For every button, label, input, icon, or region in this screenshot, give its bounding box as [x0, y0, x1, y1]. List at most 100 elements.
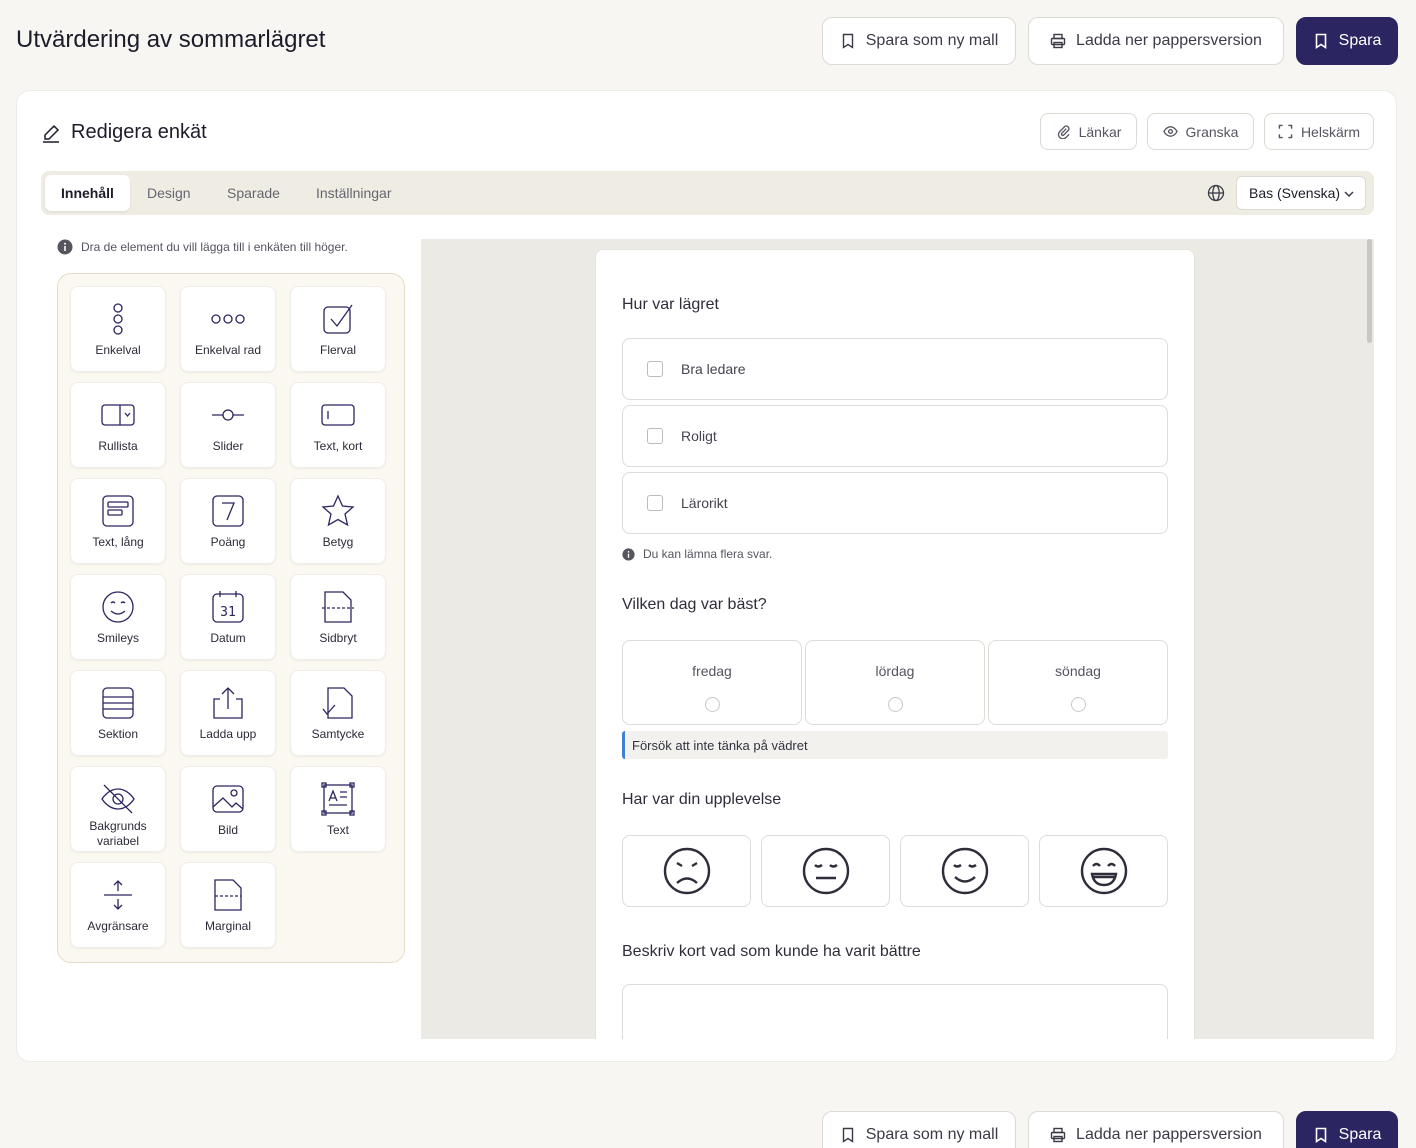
- palette-item-divider[interactable]: Avgränsare: [70, 862, 166, 948]
- text-block-icon: [321, 782, 355, 816]
- palette-item-text[interactable]: Text: [290, 766, 386, 852]
- dropdown-icon: [101, 404, 135, 426]
- checkbox[interactable]: [647, 428, 663, 444]
- day-option[interactable]: söndag: [988, 640, 1168, 725]
- neutral-face-icon: [802, 847, 849, 895]
- rating-star-icon: [321, 494, 355, 527]
- question-title: Vilken dag var bäst?: [622, 596, 767, 613]
- question-title: Hur var lägret: [622, 296, 719, 313]
- palette-item-background-variable[interactable]: Bakgrunds variabel: [70, 766, 166, 852]
- palette-item-section[interactable]: Sektion: [70, 670, 166, 756]
- page-title: Utvärdering av sommarlägret: [16, 26, 326, 53]
- palette-item-consent[interactable]: Samtycke: [290, 670, 386, 756]
- slider-icon: [212, 409, 244, 421]
- day-option[interactable]: lördag: [805, 640, 985, 725]
- question-title: Beskriv kort vad som kunde ha varit bätt…: [622, 943, 921, 960]
- bookmark-icon: [1315, 1127, 1326, 1143]
- content-face-icon: [941, 847, 988, 895]
- checkbox-option[interactable]: Lärorikt: [622, 472, 1168, 534]
- question-note: Du kan lämna flera svar.: [622, 547, 772, 561]
- editor-title: Redigera enkät: [41, 121, 207, 144]
- question-callout: Försök att inte tänka på vädret: [622, 731, 1168, 759]
- palette-item-image[interactable]: Bild: [180, 766, 276, 852]
- download-paper-version-button[interactable]: Ladda ner pappersversion: [1028, 17, 1284, 65]
- hidden-variable-icon: [101, 784, 135, 814]
- palette-item-date[interactable]: 31 Datum: [180, 574, 276, 660]
- download-paper-version-button[interactable]: Ladda ner pappersversion: [1028, 1111, 1284, 1148]
- tab-settings[interactable]: Inställningar: [300, 175, 408, 211]
- palette-item-long-text[interactable]: Text, lång: [70, 478, 166, 564]
- printer-icon: [1050, 1127, 1066, 1143]
- pencil-icon: [43, 124, 60, 143]
- save-button[interactable]: Spara: [1296, 17, 1398, 65]
- checkbox[interactable]: [647, 361, 663, 377]
- radio-button[interactable]: [887, 697, 903, 712]
- radio-button[interactable]: [704, 697, 720, 712]
- printer-icon: [1050, 33, 1066, 49]
- smiley-icon: [102, 591, 134, 623]
- palette-item-upload[interactable]: Ladda upp: [180, 670, 276, 756]
- long-text-icon: [102, 495, 134, 527]
- info-icon: [622, 547, 635, 561]
- palette-item-margin[interactable]: Marginal: [180, 862, 276, 948]
- short-text-icon: [321, 404, 355, 426]
- bookmark-icon: [842, 33, 853, 49]
- palette-item-score[interactable]: Poäng: [180, 478, 276, 564]
- palette-item-single-choice[interactable]: Enkelval: [70, 286, 166, 372]
- fullscreen-icon: [1278, 124, 1293, 139]
- single-choice-row-icon: [211, 314, 245, 324]
- bookmark-icon: [1315, 33, 1326, 49]
- smiley-option-neutral[interactable]: [761, 835, 890, 907]
- bookmark-icon: [842, 1127, 853, 1143]
- tab-design[interactable]: Design: [131, 175, 207, 211]
- palette-item-short-text[interactable]: Text, kort: [290, 382, 386, 468]
- single-choice-icon: [113, 303, 123, 335]
- tab-content[interactable]: Innehåll: [45, 175, 130, 211]
- survey-sheet: Hur var lägret Bra ledare Roligt Lärorik…: [595, 249, 1195, 1039]
- day-option[interactable]: fredag: [622, 640, 802, 725]
- svg-text:31: 31: [220, 605, 236, 620]
- survey-preview: Hur var lägret Bra ledare Roligt Lärorik…: [421, 239, 1374, 1039]
- palette-item-rating[interactable]: Betyg: [290, 478, 386, 564]
- checkbox-option[interactable]: Roligt: [622, 405, 1168, 467]
- tab-saved[interactable]: Sparade: [211, 175, 296, 211]
- preview-scrollbar[interactable]: [1367, 239, 1372, 343]
- save-button[interactable]: Spara: [1296, 1111, 1398, 1148]
- preview-button[interactable]: Granska: [1147, 113, 1254, 150]
- chevron-down-icon: [1344, 191, 1354, 198]
- image-icon: [212, 785, 244, 813]
- links-button[interactable]: Länkar: [1040, 113, 1137, 150]
- answer-textarea[interactable]: [622, 984, 1168, 1039]
- editor-card: Redigera enkät Länkar Granska Helskärm I…: [16, 90, 1397, 1062]
- eye-icon: [1162, 126, 1178, 137]
- radio-button[interactable]: [1070, 697, 1086, 712]
- save-as-template-button[interactable]: Spara som ny mall: [822, 17, 1016, 65]
- palette-item-slider[interactable]: Slider: [180, 382, 276, 468]
- save-as-template-button[interactable]: Spara som ny mall: [822, 1111, 1016, 1148]
- element-palette: Enkelval Enkelval rad Flerval Rullista S…: [57, 273, 405, 963]
- language-select[interactable]: Bas (Svenska): [1236, 176, 1366, 210]
- checkbox-option[interactable]: Bra ledare: [622, 338, 1168, 400]
- tab-bar: Innehåll Design Sparade Inställningar Ba…: [41, 171, 1374, 215]
- palette-item-multiple-choice[interactable]: Flerval: [290, 286, 386, 372]
- smiley-option-content[interactable]: [900, 835, 1029, 907]
- paperclip-icon: [1057, 125, 1070, 139]
- sad-face-icon: [663, 847, 710, 895]
- checkbox[interactable]: [647, 495, 663, 511]
- multiple-choice-icon: [323, 304, 353, 334]
- smiley-option-sad[interactable]: [622, 835, 751, 907]
- fullscreen-button[interactable]: Helskärm: [1264, 113, 1374, 150]
- smiley-option-happy[interactable]: [1039, 835, 1168, 907]
- top-bar: Utvärdering av sommarlägret Spara som ny…: [0, 0, 1416, 82]
- palette-item-page-break[interactable]: Sidbryt: [290, 574, 386, 660]
- consent-icon: [322, 687, 353, 719]
- globe-icon: [1207, 184, 1225, 202]
- section-icon: [102, 687, 134, 719]
- score-icon: [212, 495, 244, 527]
- page-break-icon: [322, 591, 354, 623]
- palette-item-single-choice-row[interactable]: Enkelval rad: [180, 286, 276, 372]
- happy-face-icon: [1080, 847, 1127, 895]
- upload-icon: [213, 687, 243, 719]
- palette-item-smileys[interactable]: Smileys: [70, 574, 166, 660]
- palette-item-dropdown[interactable]: Rullista: [70, 382, 166, 468]
